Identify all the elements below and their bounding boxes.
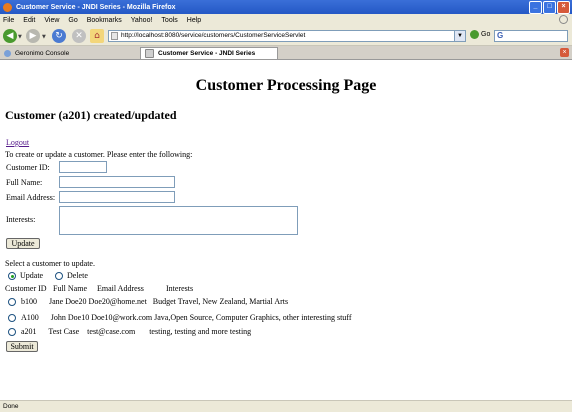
reload-icon[interactable]: ↻: [52, 29, 66, 43]
firefox-logo-icon: [3, 2, 12, 12]
stop-icon[interactable]: ✕: [72, 29, 86, 43]
window-controls: _ □ ×: [529, 1, 570, 14]
menu-view[interactable]: View: [44, 17, 59, 24]
customer-id-field[interactable]: [59, 161, 107, 173]
tab-label: Geronimo Console: [15, 49, 70, 57]
page-content: Customer Processing Page Customer (a201)…: [0, 60, 572, 400]
back-icon[interactable]: ◀: [3, 29, 17, 43]
menu-go[interactable]: Go: [68, 17, 77, 24]
header-customer-id: Customer ID: [5, 284, 47, 293]
header-full-name: Full Name: [53, 284, 87, 293]
email-field[interactable]: [59, 191, 175, 203]
geronimo-favicon-icon: [4, 49, 11, 57]
menu-edit[interactable]: Edit: [23, 17, 35, 24]
window-title: Customer Service - JNDI Series - Mozilla…: [16, 3, 176, 11]
table-row: a201 Test Case test@case.com testing, te…: [21, 327, 252, 336]
delete-radio-label: Delete: [67, 271, 88, 280]
maximize-button[interactable]: □: [543, 1, 556, 14]
table-row: b100 Jane Doe20 Doe20@home.net Budget Tr…: [21, 297, 289, 306]
menu-file[interactable]: File: [3, 17, 14, 24]
tab-label: Customer Service - JNDI Series: [158, 50, 256, 57]
navigation-toolbar: ◀ ▼ ▶ ▼ ↻ ✕ ⌂ http://localhost:8080/serv…: [0, 26, 572, 46]
go-button[interactable]: Go: [470, 30, 490, 39]
close-tab-icon[interactable]: ×: [560, 48, 569, 57]
tab-customer-service[interactable]: Customer Service - JNDI Series: [140, 47, 278, 59]
update-button[interactable]: Update: [6, 238, 40, 249]
go-label: Go: [481, 31, 491, 38]
email-label: Email Address:: [6, 193, 56, 202]
menu-bar: File Edit View Go Bookmarks Yahoo! Tools…: [0, 14, 572, 26]
menu-yahoo[interactable]: Yahoo!: [131, 17, 153, 24]
menu-tools[interactable]: Tools: [161, 17, 177, 24]
row-radio-a201[interactable]: [8, 328, 16, 336]
address-bar[interactable]: http://localhost:8080/service/customers/…: [108, 30, 466, 42]
select-customer-prompt: Select a customer to update.: [5, 259, 95, 268]
address-text[interactable]: http://localhost:8080/service/customers/…: [121, 32, 305, 39]
status-text: Done: [3, 403, 19, 410]
delete-radio[interactable]: [55, 272, 63, 280]
page-subtitle: Customer (a201) created/updated: [5, 108, 177, 122]
menu-bookmarks[interactable]: Bookmarks: [87, 17, 122, 24]
instructions-text: To create or update a customer. Please e…: [5, 150, 193, 159]
tab-bar: Geronimo Console Customer Service - JNDI…: [0, 46, 572, 60]
forward-dropdown-icon[interactable]: ▼: [42, 34, 46, 40]
page-favicon-icon: [145, 49, 154, 58]
row-radio-a100[interactable]: [8, 314, 16, 322]
address-dropdown-icon[interactable]: ▼: [454, 31, 465, 41]
full-name-field[interactable]: [59, 176, 175, 188]
back-dropdown-icon[interactable]: ▼: [18, 34, 22, 40]
home-icon[interactable]: ⌂: [90, 29, 104, 43]
go-arrow-icon: [470, 30, 479, 39]
update-radio-label: Update: [20, 271, 44, 280]
table-row: A100 John Doe10 Doe10@work.com Java,Open…: [21, 313, 352, 322]
full-name-label: Full Name:: [6, 178, 43, 187]
menu-help[interactable]: Help: [187, 17, 201, 24]
customer-id-label: Customer ID:: [6, 163, 50, 172]
row-radio-b100[interactable]: [8, 298, 16, 306]
interests-label: Interests:: [6, 215, 36, 224]
window-title-bar: Customer Service - JNDI Series - Mozilla…: [0, 0, 572, 14]
tab-geronimo-console[interactable]: Geronimo Console: [0, 47, 138, 59]
submit-button[interactable]: Submit: [6, 341, 38, 352]
page-title: Customer Processing Page: [195, 77, 377, 94]
close-window-button[interactable]: ×: [557, 1, 570, 14]
header-interests: Interests: [166, 284, 194, 293]
search-input[interactable]: G: [494, 30, 568, 42]
logout-link[interactable]: Logout: [6, 138, 29, 147]
header-email-address: Email Address: [97, 284, 144, 293]
update-radio[interactable]: [8, 272, 16, 280]
interests-textarea[interactable]: [59, 206, 298, 235]
page-icon: [111, 32, 118, 40]
status-bar: Done: [0, 400, 572, 412]
forward-icon[interactable]: ▶: [26, 29, 40, 43]
throbber-icon: [559, 15, 568, 24]
minimize-button[interactable]: _: [529, 1, 542, 14]
